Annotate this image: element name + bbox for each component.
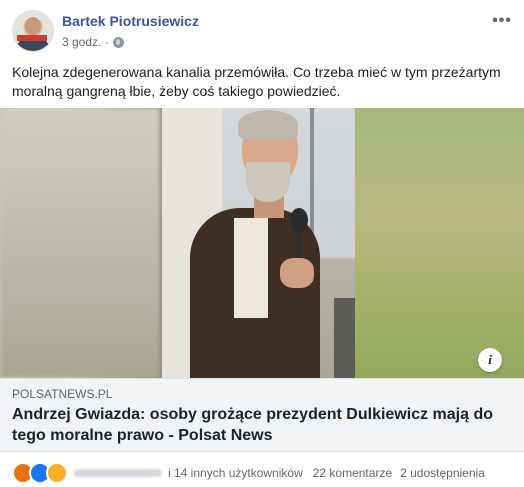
comments-count[interactable]: 22 komentarze xyxy=(313,466,392,480)
meta-separator: · xyxy=(105,35,110,49)
reactions-count[interactable]: i 14 innych użytkowników xyxy=(168,466,303,480)
microphone-icon xyxy=(290,208,308,232)
photo-chair xyxy=(334,298,355,378)
reactor-names-blurred xyxy=(74,469,162,477)
photo-hair xyxy=(238,110,298,140)
photo-shirt xyxy=(234,218,268,318)
link-preview[interactable]: POLSATNEWS.PL Andrzej Gwiazda: osoby gro… xyxy=(0,378,524,452)
post-text: Kolejna zdegenerowana kanalia przemówiła… xyxy=(12,64,501,99)
image-blur-left xyxy=(0,108,160,378)
avatar-face xyxy=(25,17,41,35)
photo-beard xyxy=(246,162,290,202)
globe-icon[interactable] xyxy=(113,36,125,48)
post-meta: 3 godz. · xyxy=(62,35,125,49)
more-options-icon[interactable]: ••• xyxy=(492,12,512,30)
photo-man-with-microphone xyxy=(162,108,355,378)
post-footer: i 14 innych użytkowników 22 komentarze 2… xyxy=(12,462,517,484)
image-blur-right xyxy=(354,108,524,378)
reaction-icons[interactable] xyxy=(12,462,68,484)
post-header: Bartek Piotrusiewicz 3 godz. · ••• xyxy=(12,10,512,54)
author-avatar[interactable] xyxy=(12,10,54,52)
link-domain: POLSATNEWS.PL xyxy=(12,387,113,401)
shares-count[interactable]: 2 udostępnienia xyxy=(400,466,485,480)
post-time[interactable]: 3 godz. xyxy=(62,35,101,49)
facebook-post: Bartek Piotrusiewicz 3 godz. · ••• Kolej… xyxy=(0,0,524,487)
photo-hand xyxy=(280,258,314,288)
link-title[interactable]: Andrzej Gwiazda: osoby grożące prezydent… xyxy=(12,404,502,446)
avatar-badge xyxy=(17,35,47,41)
author-name[interactable]: Bartek Piotrusiewicz xyxy=(62,13,199,29)
info-icon[interactable]: i xyxy=(478,348,502,372)
link-image[interactable]: i xyxy=(0,108,524,378)
sad-reaction-icon xyxy=(46,462,68,484)
